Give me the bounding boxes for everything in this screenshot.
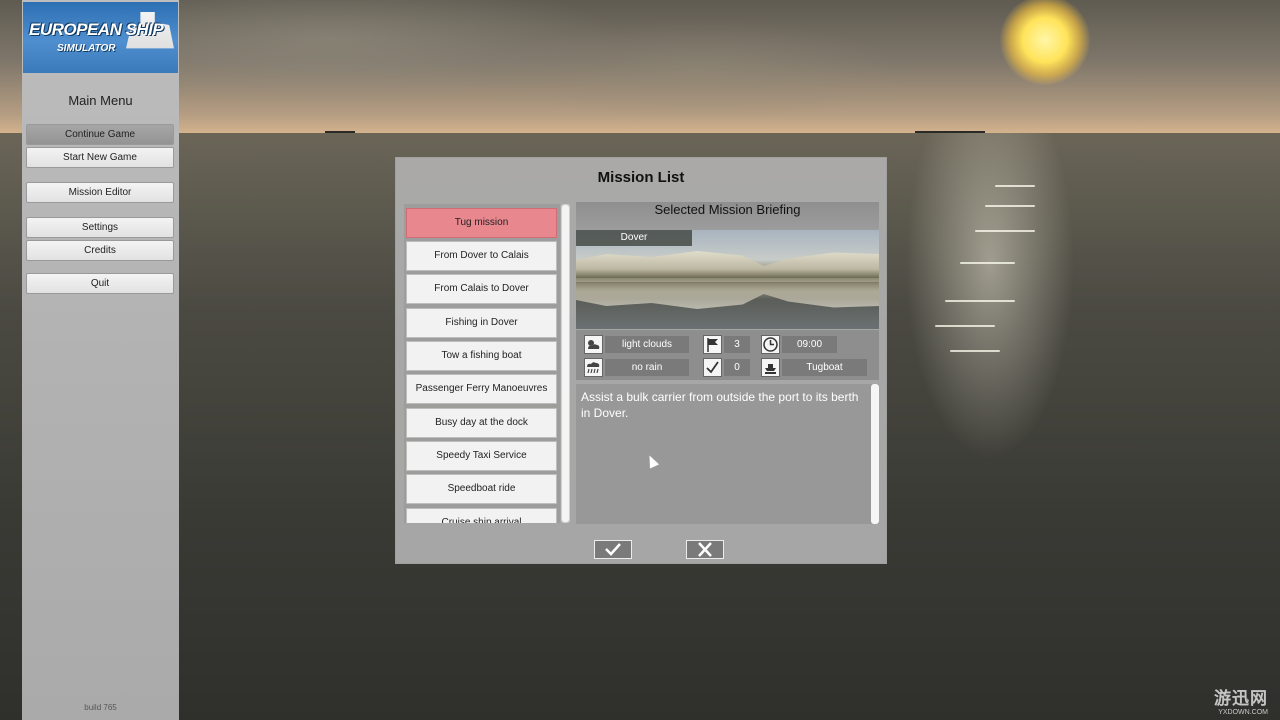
watermark-url: YXDOWN.COM: [1218, 709, 1268, 716]
sun-glint: [935, 325, 995, 327]
description-scrollbar[interactable]: [871, 384, 879, 524]
main-menu-sidebar: EUROPEAN SHIP SIMULATOR Main Menu Contin…: [22, 0, 179, 720]
mission-stats: light clouds 3 09:00 no rain 0 Tugboat: [576, 330, 879, 380]
mission-item-calais-to-dover[interactable]: From Calais to Dover: [406, 274, 557, 304]
game-logo: EUROPEAN SHIP SIMULATOR: [23, 2, 178, 73]
settings-button[interactable]: Settings: [26, 217, 174, 238]
start-new-game-button[interactable]: Start New Game: [26, 147, 174, 168]
credits-button[interactable]: Credits: [26, 240, 174, 261]
mission-preview-image: Dover: [576, 230, 879, 329]
horizon-ship: [325, 131, 355, 133]
sun-glint: [985, 205, 1035, 207]
mission-description-box: Assist a bulk carrier from outside the p…: [576, 384, 879, 524]
sun-glint: [950, 350, 1000, 352]
sun-glint: [995, 185, 1035, 187]
mission-item-passenger-ferry[interactable]: Passenger Ferry Manoeuvres: [406, 374, 557, 404]
dialog-title: Mission List: [597, 169, 685, 186]
sun-glint: [975, 230, 1035, 232]
mission-briefing-panel: Selected Mission Briefing Dover light cl…: [576, 202, 879, 524]
menu-title: Main Menu: [68, 93, 133, 108]
clock-icon: [761, 335, 780, 354]
cancel-button[interactable]: [686, 540, 724, 559]
checkmark-icon: [703, 358, 722, 377]
mission-list-dialog: Mission List Tug mission From Dover to C…: [395, 157, 887, 564]
mission-item-cruise-ship[interactable]: Cruise ship arrival: [406, 508, 557, 523]
sun-glint: [960, 262, 1015, 264]
cliff-reflection: [576, 282, 879, 309]
cliffs: [576, 251, 879, 278]
mission-item-dover-to-calais[interactable]: From Dover to Calais: [406, 241, 557, 271]
mission-item-speedy-taxi[interactable]: Speedy Taxi Service: [406, 441, 557, 471]
close-icon: [698, 542, 712, 557]
mission-list-scrollbar[interactable]: [561, 204, 570, 523]
flags-value: 3: [724, 336, 750, 353]
checkmark-icon: [605, 543, 621, 556]
sky: [0, 0, 1280, 135]
mission-description: Assist a bulk carrier from outside the p…: [581, 390, 859, 420]
mission-item-tow-fishing-boat[interactable]: Tow a fishing boat: [406, 341, 557, 371]
logo-subtitle: SIMULATOR: [57, 43, 116, 54]
ship-name-icon: [761, 358, 780, 377]
mission-editor-button[interactable]: Mission Editor: [26, 182, 174, 203]
rain-cloud-icon: [584, 358, 603, 377]
continue-game-button[interactable]: Continue Game: [26, 124, 174, 145]
ship-value: Tugboat: [782, 359, 867, 376]
weather-value: light clouds: [605, 336, 689, 353]
flag-icon: [703, 335, 722, 354]
horizon-ship: [935, 131, 985, 133]
watermark-cn: 游迅网: [1214, 689, 1268, 708]
cloud-sun-icon: [584, 335, 603, 354]
horizon-ship: [915, 131, 935, 133]
mission-item-speedboat-ride[interactable]: Speedboat ride: [406, 474, 557, 504]
scrollbar-thumb[interactable]: [562, 205, 569, 522]
checks-value: 0: [724, 359, 750, 376]
mission-item-tug-mission[interactable]: Tug mission: [406, 208, 557, 238]
confirm-button[interactable]: [594, 540, 632, 559]
quit-button[interactable]: Quit: [26, 273, 174, 294]
mission-item-fishing-in-dover[interactable]: Fishing in Dover: [406, 308, 557, 338]
rain-value: no rain: [605, 359, 689, 376]
build-number: build 765: [84, 703, 117, 712]
mission-item-busy-day-dock[interactable]: Busy day at the dock: [406, 408, 557, 438]
sun-glint: [945, 300, 1015, 302]
watermark: 游迅网 YXDOWN.COM: [1214, 684, 1268, 716]
logo-title: EUROPEAN SHIP: [29, 20, 164, 39]
mission-list: Tug mission From Dover to Calais From Ca…: [404, 204, 560, 523]
time-value: 09:00: [782, 336, 837, 353]
briefing-title: Selected Mission Briefing: [576, 202, 879, 230]
location-label: Dover: [576, 230, 692, 246]
